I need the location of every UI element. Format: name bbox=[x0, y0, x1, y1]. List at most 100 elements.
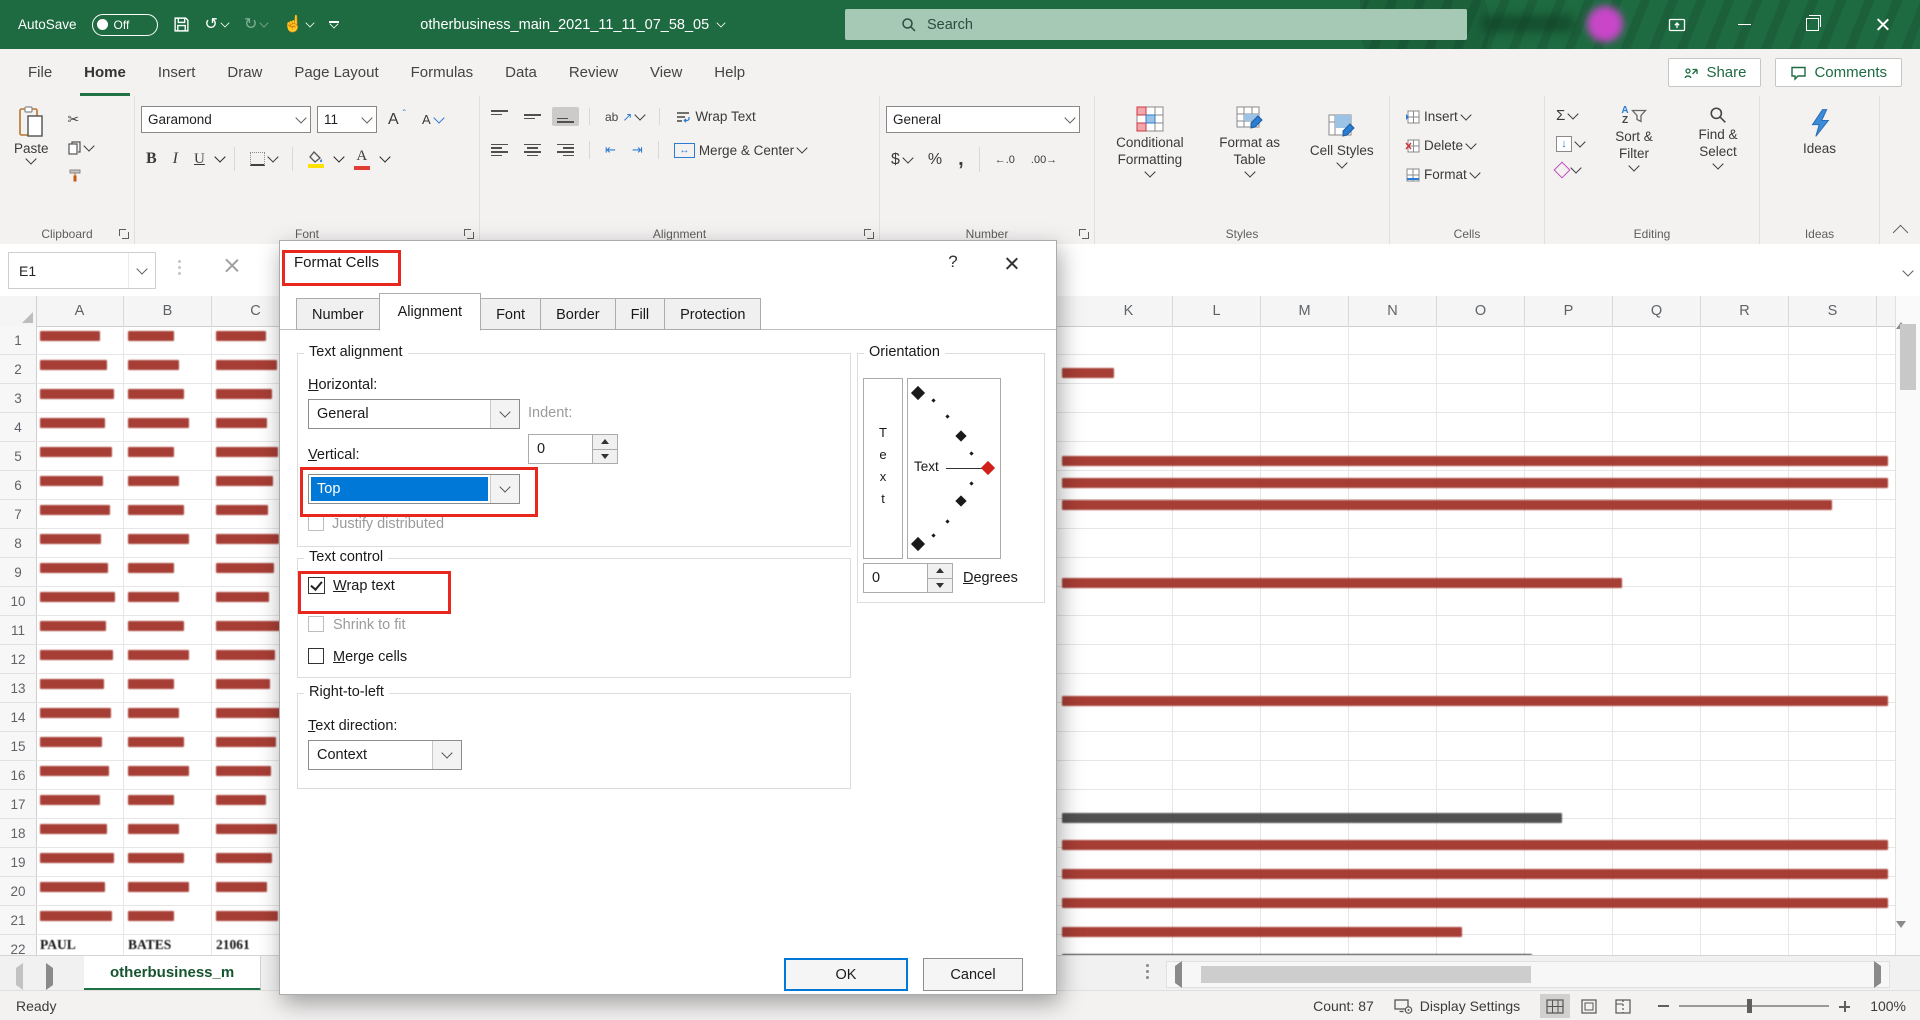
next-sheet-button[interactable] bbox=[46, 968, 53, 986]
find-select-button[interactable]: Find & Select bbox=[1679, 102, 1757, 172]
tab-scroll-splitter[interactable] bbox=[1146, 964, 1149, 979]
column-header[interactable]: M bbox=[1261, 296, 1349, 326]
decrease-indent-button[interactable]: ⇤ bbox=[600, 139, 621, 161]
document-title[interactable]: otherbusiness_main_2021_11_11_07_58_05 bbox=[420, 17, 725, 33]
name-box[interactable]: E1 bbox=[8, 252, 156, 289]
row-header[interactable]: 3 bbox=[0, 384, 36, 413]
row-header[interactable]: 8 bbox=[0, 529, 36, 558]
row-header[interactable]: 17 bbox=[0, 790, 36, 819]
customize-quick-access-toolbar-button[interactable] bbox=[329, 21, 339, 28]
font-name-combo[interactable]: Garamond bbox=[141, 106, 311, 133]
vertical-scroll-thumb[interactable] bbox=[1900, 324, 1916, 390]
cut-button[interactable]: ✂ bbox=[63, 108, 98, 131]
collapse-ribbon-button[interactable] bbox=[1893, 225, 1909, 241]
align-right-button[interactable] bbox=[552, 141, 579, 160]
ideas-button[interactable]: Ideas bbox=[1766, 104, 1873, 160]
increase-decimal-button[interactable]: ←.0 bbox=[990, 151, 1020, 169]
scroll-right-button[interactable] bbox=[1874, 966, 1881, 984]
active-sheet-tab[interactable]: otherbusiness_m bbox=[84, 956, 261, 991]
redo-button[interactable]: ↻ bbox=[244, 17, 268, 33]
ribbon-tab[interactable]: Insert bbox=[142, 49, 212, 96]
increase-font-size-button[interactable]: Aˆ bbox=[383, 108, 411, 132]
share-button[interactable]: Share bbox=[1668, 58, 1761, 87]
expand-formula-bar-button[interactable] bbox=[1904, 262, 1912, 280]
number-dialog-launcher[interactable] bbox=[1079, 229, 1089, 239]
row-header[interactable]: 19 bbox=[0, 848, 36, 877]
row-header[interactable]: 2 bbox=[0, 355, 36, 384]
zoom-in-button[interactable] bbox=[1839, 1001, 1850, 1012]
ribbon-tab[interactable]: Review bbox=[553, 49, 634, 96]
align-top-button[interactable] bbox=[486, 107, 513, 126]
chevron-down-icon[interactable] bbox=[214, 151, 225, 162]
italic-button[interactable]: I bbox=[168, 147, 183, 171]
text-direction-select[interactable]: Context bbox=[308, 740, 462, 770]
row-header[interactable]: 4 bbox=[0, 413, 36, 442]
spin-up-button[interactable] bbox=[593, 435, 617, 449]
dialog-close-button[interactable] bbox=[998, 250, 1024, 276]
merge-cells-checkbox[interactable] bbox=[308, 648, 324, 664]
vertical-scrollbar[interactable] bbox=[1895, 296, 1920, 955]
cell-styles-button[interactable]: Cell Styles bbox=[1300, 110, 1383, 171]
copy-button[interactable] bbox=[63, 138, 98, 158]
degrees-spinner[interactable]: 0 bbox=[863, 563, 953, 593]
row-header[interactable]: 13 bbox=[0, 674, 36, 703]
column-header[interactable]: K bbox=[1085, 296, 1173, 326]
row-header[interactable]: 14 bbox=[0, 703, 36, 732]
accounting-format-button[interactable]: $ bbox=[886, 148, 917, 172]
cancel-button[interactable]: Cancel bbox=[923, 958, 1023, 991]
select-all-corner[interactable] bbox=[0, 296, 37, 326]
sort-filter-button[interactable]: AZ Sort & Filter bbox=[1595, 102, 1673, 174]
row-header[interactable]: 11 bbox=[0, 616, 36, 645]
touch-mouse-mode-button[interactable]: ☝ bbox=[283, 17, 314, 33]
conditional-formatting-button[interactable]: Conditional Formatting bbox=[1101, 102, 1199, 180]
close-button[interactable] bbox=[1860, 0, 1904, 49]
avatar[interactable] bbox=[1587, 6, 1623, 42]
row-header[interactable]: 20 bbox=[0, 877, 36, 906]
undo-button[interactable]: ↺ bbox=[205, 17, 229, 33]
format-cells-button[interactable]: Format bbox=[1400, 164, 1538, 185]
increase-indent-button[interactable]: ⇥ bbox=[627, 139, 648, 161]
number-format-combo[interactable]: General bbox=[886, 106, 1080, 133]
borders-button[interactable] bbox=[245, 149, 282, 169]
ribbon-tab[interactable]: Help bbox=[698, 49, 761, 96]
align-left-button[interactable] bbox=[486, 141, 513, 160]
scroll-left-button[interactable] bbox=[1175, 966, 1182, 984]
minimize-button[interactable] bbox=[1722, 0, 1766, 49]
alignment-dialog-launcher[interactable] bbox=[864, 229, 874, 239]
row-header[interactable]: 22 bbox=[0, 935, 36, 955]
comma-style-button[interactable]: , bbox=[953, 145, 969, 174]
row-header[interactable]: 15 bbox=[0, 732, 36, 761]
orientation-button[interactable]: ab↗ bbox=[600, 107, 649, 127]
restore-button[interactable] bbox=[1790, 0, 1834, 49]
dialog-help-button[interactable]: ? bbox=[940, 249, 966, 275]
row-header[interactable]: 6 bbox=[0, 471, 36, 500]
ribbon-tab[interactable]: File bbox=[12, 49, 68, 96]
row-header[interactable]: 10 bbox=[0, 587, 36, 616]
justify-distributed-checkbox[interactable] bbox=[308, 515, 324, 531]
delete-cells-button[interactable]: Delete bbox=[1400, 135, 1538, 156]
row-header[interactable]: 9 bbox=[0, 558, 36, 587]
spin-down-button[interactable] bbox=[928, 578, 952, 593]
ribbon-tab[interactable]: Page Layout bbox=[278, 49, 394, 96]
decrease-decimal-button[interactable]: .00→ bbox=[1026, 151, 1062, 169]
scroll-down-button[interactable] bbox=[1896, 928, 1920, 946]
dialog-tab[interactable]: Font bbox=[480, 298, 541, 330]
row-header[interactable]: 1 bbox=[0, 326, 36, 355]
column-header[interactable]: S bbox=[1789, 296, 1877, 326]
chevron-down-icon[interactable] bbox=[379, 151, 390, 162]
ok-button[interactable]: OK bbox=[784, 958, 908, 991]
format-as-table-button[interactable]: Format as Table bbox=[1201, 102, 1299, 180]
fill-color-button[interactable] bbox=[303, 148, 329, 171]
zoom-slider[interactable] bbox=[1679, 1005, 1829, 1007]
ribbon-tab[interactable]: Data bbox=[489, 49, 553, 96]
fill-button[interactable]: ↓ bbox=[1551, 133, 1589, 155]
search-input[interactable]: Search bbox=[845, 9, 1467, 40]
autosum-button[interactable]: Σ bbox=[1551, 104, 1589, 127]
align-bottom-button[interactable] bbox=[552, 107, 579, 126]
format-painter-button[interactable] bbox=[63, 165, 98, 185]
autosave-toggle[interactable]: Off bbox=[92, 14, 158, 36]
chevron-down-icon[interactable] bbox=[333, 151, 344, 162]
row-header[interactable]: 5 bbox=[0, 442, 36, 471]
ribbon-tab[interactable]: View bbox=[634, 49, 698, 96]
shrink-to-fit-checkbox[interactable] bbox=[308, 616, 324, 632]
